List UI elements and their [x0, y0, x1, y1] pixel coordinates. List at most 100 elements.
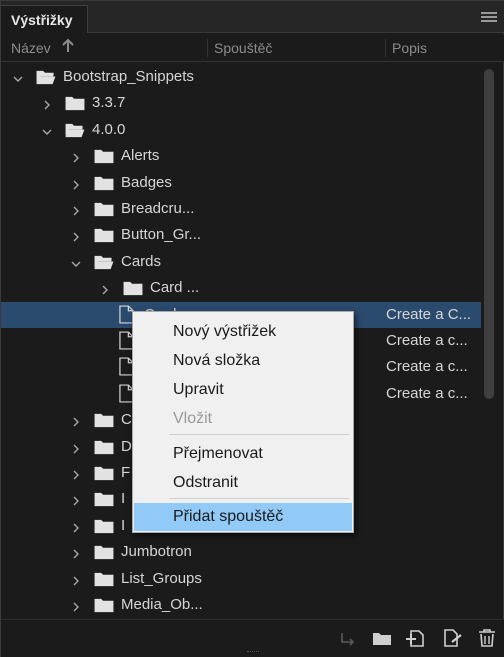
- tree-row-label: I: [121, 490, 126, 508]
- tree-row[interactable]: Badges: [1, 170, 481, 196]
- expand-toggle[interactable]: [71, 599, 79, 612]
- tree-row[interactable]: 3.3.7: [1, 90, 481, 116]
- tree-row-icon: [93, 465, 115, 486]
- menu-item-vlozit: Vložit: [173, 410, 213, 427]
- expand-toggle[interactable]: [71, 203, 79, 216]
- tree-row-label: C: [121, 411, 132, 429]
- expand-toggle[interactable]: [71, 177, 79, 190]
- column-trigger[interactable]: Spouštěč: [214, 40, 272, 56]
- column-name[interactable]: Název: [11, 40, 51, 56]
- tree-row[interactable]: Cards: [1, 249, 481, 275]
- folder-icon: [94, 519, 114, 533]
- tree-row-description: Create a c...: [386, 384, 468, 402]
- tree-row[interactable]: Media_Ob...: [1, 592, 481, 618]
- column-header: Název Spouštěč Popis: [1, 34, 504, 62]
- insert-icon[interactable]: [337, 627, 359, 649]
- vertical-scrollbar[interactable]: [481, 63, 499, 618]
- context-menu: Nový výstřižek Nová složka Upravit Vložit Př…: [132, 311, 354, 533]
- chevron-down-icon[interactable]: [13, 74, 23, 84]
- expand-toggle[interactable]: [71, 150, 79, 163]
- new-snippet-icon[interactable]: [404, 627, 426, 649]
- tree-row-label: Button_Gr...: [121, 226, 202, 244]
- chevron-right-icon[interactable]: [71, 576, 81, 586]
- expand-toggle[interactable]: [71, 229, 79, 242]
- expand-toggle[interactable]: [71, 546, 79, 559]
- tree-row-label: Card ...: [150, 279, 200, 297]
- expand-toggle[interactable]: [71, 414, 79, 427]
- panel-menu-icon[interactable]: [481, 12, 497, 24]
- chevron-right-icon[interactable]: [42, 100, 52, 110]
- new-folder-icon[interactable]: [371, 627, 393, 649]
- chevron-right-icon[interactable]: [71, 470, 81, 480]
- chevron-right-icon[interactable]: [71, 549, 81, 559]
- chevron-right-icon[interactable]: [71, 523, 81, 533]
- tree-row[interactable]: Button_Gr...: [1, 222, 481, 248]
- snippets-panel: Výstřižky Název Spouštěč Popis Bootstrap…: [0, 0, 504, 657]
- folder-icon: [94, 546, 114, 560]
- expand-toggle[interactable]: [71, 493, 79, 506]
- expand-toggle[interactable]: [71, 256, 81, 267]
- folder-icon: [94, 598, 114, 613]
- column-separator[interactable]: [385, 39, 386, 57]
- expand-toggle[interactable]: [71, 520, 79, 533]
- folder-icon: [94, 229, 114, 243]
- tree-row-icon: [93, 254, 115, 275]
- scrollbar-thumb[interactable]: [484, 69, 494, 399]
- menu-item-nova-slozka[interactable]: Nová složka: [134, 347, 352, 375]
- tree-row-icon: [122, 280, 144, 301]
- chevron-right-icon[interactable]: [71, 180, 81, 190]
- tree-row-icon: [93, 491, 115, 512]
- chevron-down-icon[interactable]: [71, 259, 81, 269]
- chevron-right-icon[interactable]: [71, 153, 81, 163]
- chevron-right-icon[interactable]: [71, 602, 81, 612]
- folder-icon: [65, 97, 85, 111]
- chevron-right-icon[interactable]: [71, 417, 81, 427]
- expand-toggle[interactable]: [71, 441, 79, 454]
- tree-row-icon: [64, 95, 86, 116]
- tree-row[interactable]: Breadcru...: [1, 196, 481, 222]
- tree-row-icon: [93, 439, 115, 460]
- menu-item-novy-vystrizek[interactable]: Nový výstřižek: [134, 318, 352, 346]
- tree-row-label: F: [121, 464, 131, 481]
- tree-row-label: List_Groups: [121, 569, 202, 587]
- menu-item-odstranit[interactable]: Odstranit: [134, 469, 352, 497]
- menu-item-pridat-spoustec[interactable]: Přidat spouštěč: [134, 503, 352, 531]
- tab-snippets[interactable]: Výstřižky: [1, 5, 88, 33]
- menu-item-prejmenovat[interactable]: Přejmenovat: [134, 440, 352, 468]
- expand-toggle[interactable]: [71, 573, 79, 586]
- edit-snippet-icon[interactable]: [441, 627, 463, 649]
- folder-icon: [123, 282, 143, 296]
- expand-toggle[interactable]: [13, 71, 23, 82]
- tree-row-icon: [93, 518, 115, 539]
- expand-toggle[interactable]: [42, 97, 50, 110]
- folder-icon: [94, 466, 114, 481]
- tree-row-label: 4.0.0: [92, 120, 126, 138]
- chevron-right-icon[interactable]: [71, 232, 81, 242]
- tree-row[interactable]: Alerts: [1, 143, 481, 169]
- tree-row-icon: [93, 227, 115, 248]
- delete-icon[interactable]: [476, 627, 498, 649]
- tree-row[interactable]: Bootstrap_Snippets: [1, 64, 481, 90]
- sort-ascending-icon[interactable]: [61, 38, 75, 54]
- tree-row-label: Jumbotron: [121, 543, 192, 561]
- expand-toggle[interactable]: [100, 282, 108, 295]
- chevron-down-icon[interactable]: [42, 127, 52, 137]
- chevron-right-icon[interactable]: [71, 496, 81, 506]
- tree-row-label: 3.3.7: [92, 94, 126, 112]
- tree-row-icon: [93, 597, 115, 618]
- chevron-right-icon[interactable]: [100, 285, 110, 295]
- menu-separator: [169, 434, 349, 435]
- column-description[interactable]: Popis: [392, 40, 427, 56]
- expand-toggle[interactable]: [71, 467, 79, 480]
- tree-row[interactable]: List_Groups: [1, 566, 481, 592]
- resize-handle[interactable]: [247, 651, 259, 654]
- chevron-right-icon[interactable]: [71, 206, 81, 216]
- tree-row[interactable]: 4.0.0: [1, 117, 481, 143]
- column-separator[interactable]: [207, 39, 208, 57]
- chevron-right-icon[interactable]: [71, 444, 81, 454]
- tree-row[interactable]: Card ...: [1, 275, 481, 301]
- menu-item-upravit[interactable]: Upravit: [134, 376, 352, 404]
- expand-toggle[interactable]: [42, 124, 52, 135]
- tree-row[interactable]: Jumbotron: [1, 539, 481, 565]
- folder-open-icon: [36, 70, 56, 85]
